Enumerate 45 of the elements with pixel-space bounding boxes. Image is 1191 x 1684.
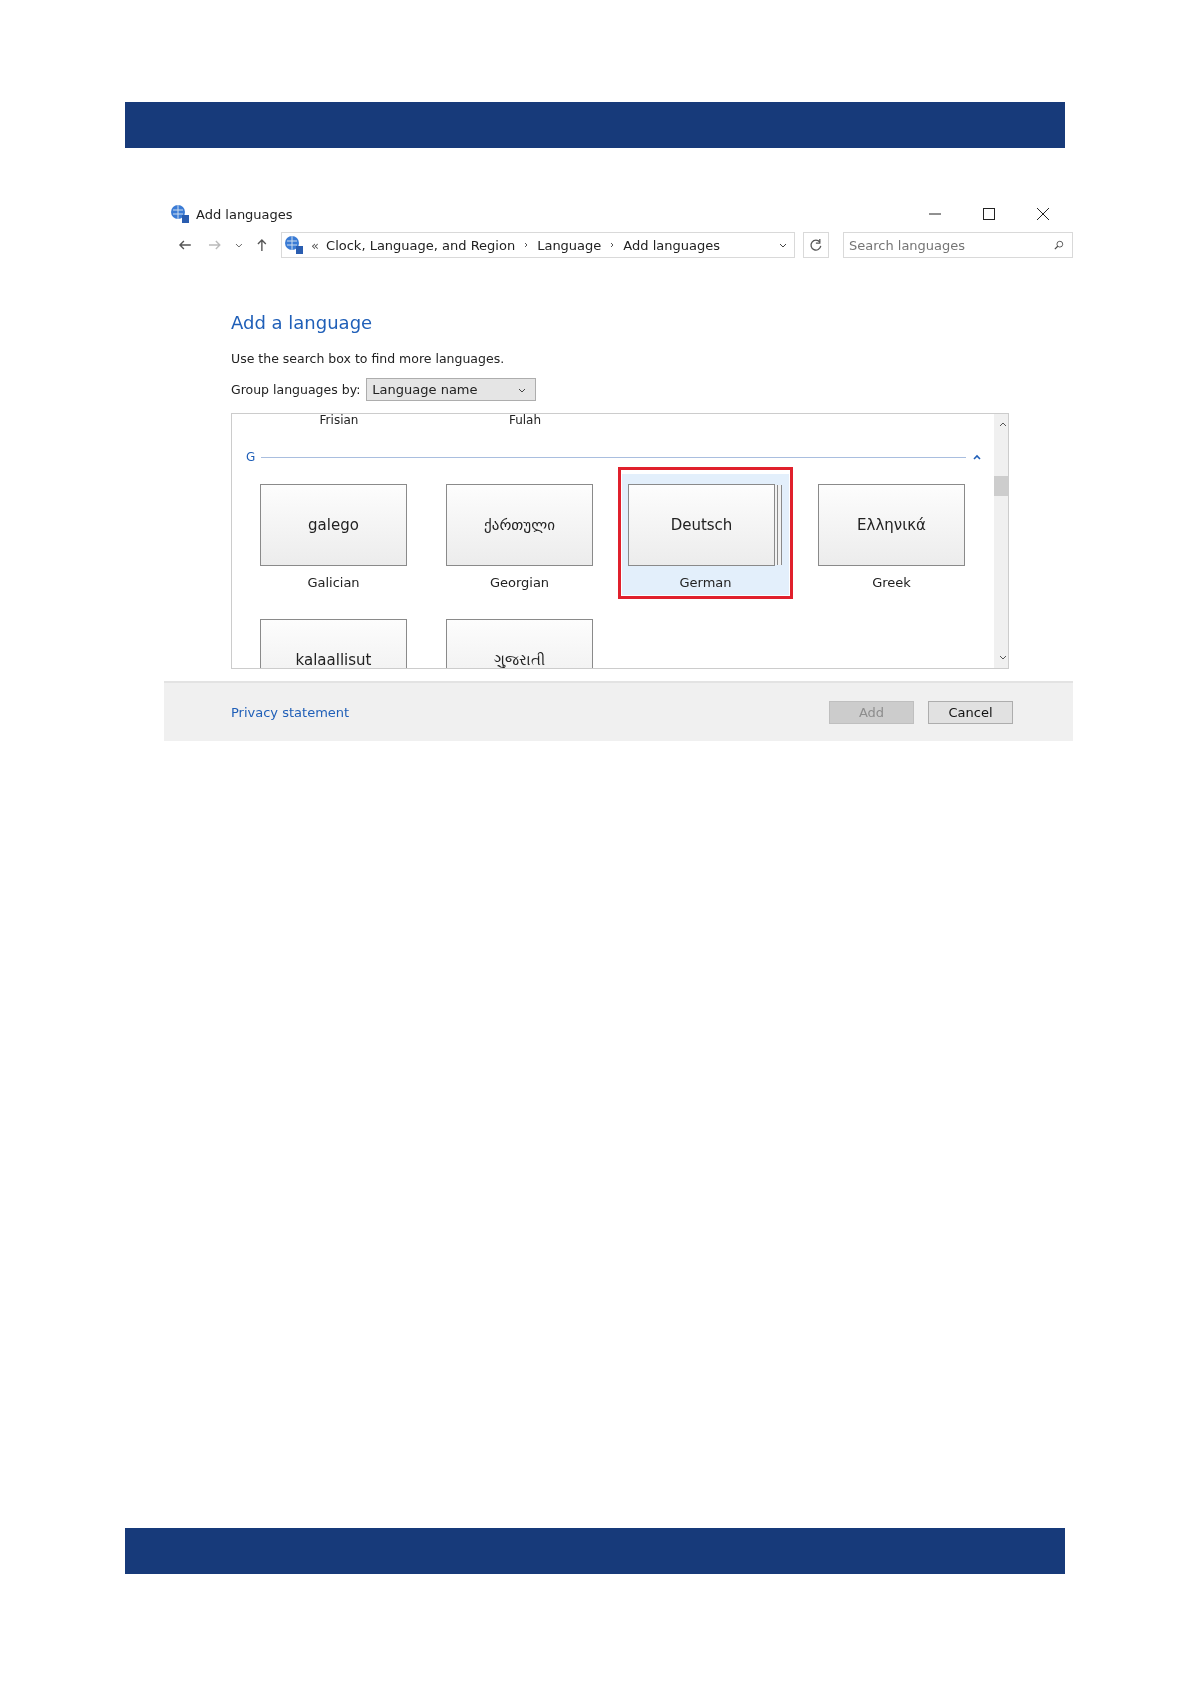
native-name: ქართული: [484, 516, 555, 534]
globe-icon: [284, 235, 305, 255]
group-by-label: Group languages by:: [231, 382, 361, 397]
language-item[interactable]: kalaallisut: [250, 609, 417, 668]
native-name: Ελληνικά: [857, 516, 926, 534]
maximize-icon[interactable]: [982, 207, 996, 221]
group-by-dropdown[interactable]: Language name: [366, 378, 537, 401]
language-item[interactable]: Ελληνικά Greek: [808, 474, 975, 595]
language-tile[interactable]: Ελληνικά: [818, 484, 965, 566]
native-name: ગુજરાતી: [494, 651, 545, 668]
language-name: German: [679, 574, 732, 592]
window-title: Add languages: [196, 206, 293, 222]
language-name: Fulah: [507, 414, 543, 428]
language-name: Georgian: [489, 574, 550, 592]
breadcrumb-item[interactable]: Add languages: [623, 237, 720, 253]
hint-text: Use the search box to find more languages.: [231, 351, 506, 366]
breadcrumb-item[interactable]: Language: [537, 237, 602, 253]
privacy-link[interactable]: Privacy statement: [231, 704, 350, 720]
language-tile[interactable]: kalaallisut: [260, 619, 407, 668]
scroll-thumb[interactable]: [994, 476, 1008, 496]
language-tile[interactable]: galego: [260, 484, 407, 566]
native-name: galego: [308, 516, 359, 534]
native-name: kalaallisut: [295, 651, 372, 668]
address-bar[interactable]: « Clock, Language, and Region Language Add languages: [281, 232, 796, 258]
dialog-button[interactable]: Cancel: [928, 700, 1013, 724]
language-item[interactable]: ગુજરાતી: [436, 609, 603, 668]
language-name: Galician: [307, 574, 360, 592]
breadcrumb-item[interactable]: Clock, Language, and Region: [326, 237, 516, 253]
search-field[interactable]: Search languages: [843, 232, 1073, 258]
close-icon[interactable]: [1036, 207, 1050, 221]
overflow-chevron[interactable]: «: [311, 237, 320, 253]
language-name: Greek: [872, 574, 911, 592]
page-heading: Add a language: [231, 312, 374, 333]
language-item[interactable]: ქართული Georgian: [436, 474, 603, 595]
native-name: Deutsch: [670, 516, 733, 534]
refresh-icon[interactable]: [803, 232, 829, 258]
language-tile[interactable]: ქართული: [446, 484, 593, 566]
scrollbar[interactable]: [994, 414, 1008, 668]
collapse-chevron-icon[interactable]: [972, 452, 982, 462]
language-name: Frisian: [318, 414, 360, 428]
search-icon: [1054, 240, 1064, 250]
language-item[interactable]: galego Galician: [250, 474, 417, 595]
globe-icon: [170, 204, 190, 224]
language-tile[interactable]: ગુજરાતી: [446, 619, 593, 668]
group-letter: G: [246, 450, 256, 464]
